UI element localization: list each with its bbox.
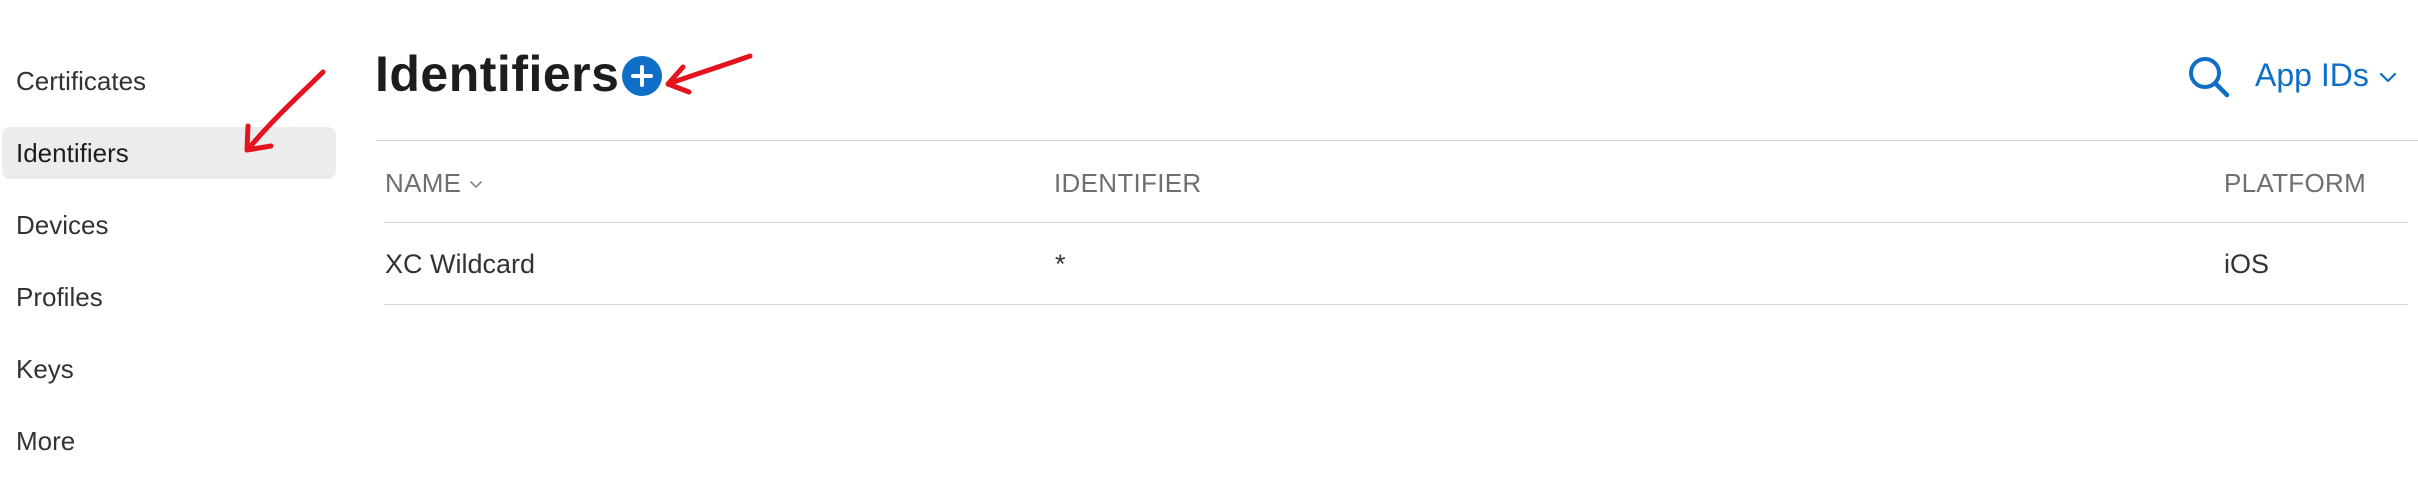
sidebar-item-label: Certificates (16, 65, 147, 96)
column-header-label: NAME (385, 168, 462, 198)
cell-name: XC Wildcard (385, 249, 536, 279)
sidebar-item-certificates[interactable]: Certificates (2, 55, 336, 107)
sidebar-item-label: Identifiers (16, 137, 129, 168)
sidebar-item-label: Profiles (16, 281, 103, 312)
type-filter-label: App IDs (2255, 56, 2369, 93)
sidebar-item-label: Keys (16, 353, 74, 384)
table-row[interactable]: XC Wildcard * iOS (384, 224, 2408, 304)
annotation-arrow-add (665, 53, 753, 95)
column-header-label: IDENTIFIER (1054, 168, 1202, 198)
sidebar-item-keys[interactable]: Keys (2, 343, 336, 395)
sidebar-item-more[interactable]: More (2, 415, 336, 467)
search-icon (2189, 57, 2230, 98)
cell-identifier: * (1055, 249, 1066, 279)
sidebar-item-devices[interactable]: Devices (2, 199, 336, 251)
chevron-down-icon (2379, 72, 2396, 83)
column-header-identifier: IDENTIFIER (1054, 166, 1201, 200)
plus-circle-icon (631, 65, 653, 87)
table-header-divider (384, 222, 2408, 223)
column-header-platform: PLATFORM (2224, 166, 2366, 200)
sidebar-item-label: Devices (16, 209, 109, 240)
type-filter-dropdown[interactable]: App IDs (2255, 52, 2397, 98)
column-header-name[interactable]: NAME (385, 166, 483, 200)
sidebar-item-identifiers[interactable]: Identifiers (2, 127, 336, 179)
cell-platform: iOS (2224, 249, 2270, 279)
sidebar-item-label: More (16, 425, 76, 456)
column-header-label: PLATFORM (2224, 168, 2367, 198)
sidebar: Certificates Identifiers Devices Profile… (0, 0, 340, 480)
sidebar-item-profiles[interactable]: Profiles (2, 271, 336, 323)
chevron-down-icon (470, 180, 483, 188)
search-button[interactable] (2186, 54, 2232, 100)
table-row-divider (384, 304, 2408, 305)
header-divider (376, 140, 2418, 141)
page-title: Identifiers (375, 46, 620, 102)
add-identifier-button[interactable] (622, 56, 662, 96)
